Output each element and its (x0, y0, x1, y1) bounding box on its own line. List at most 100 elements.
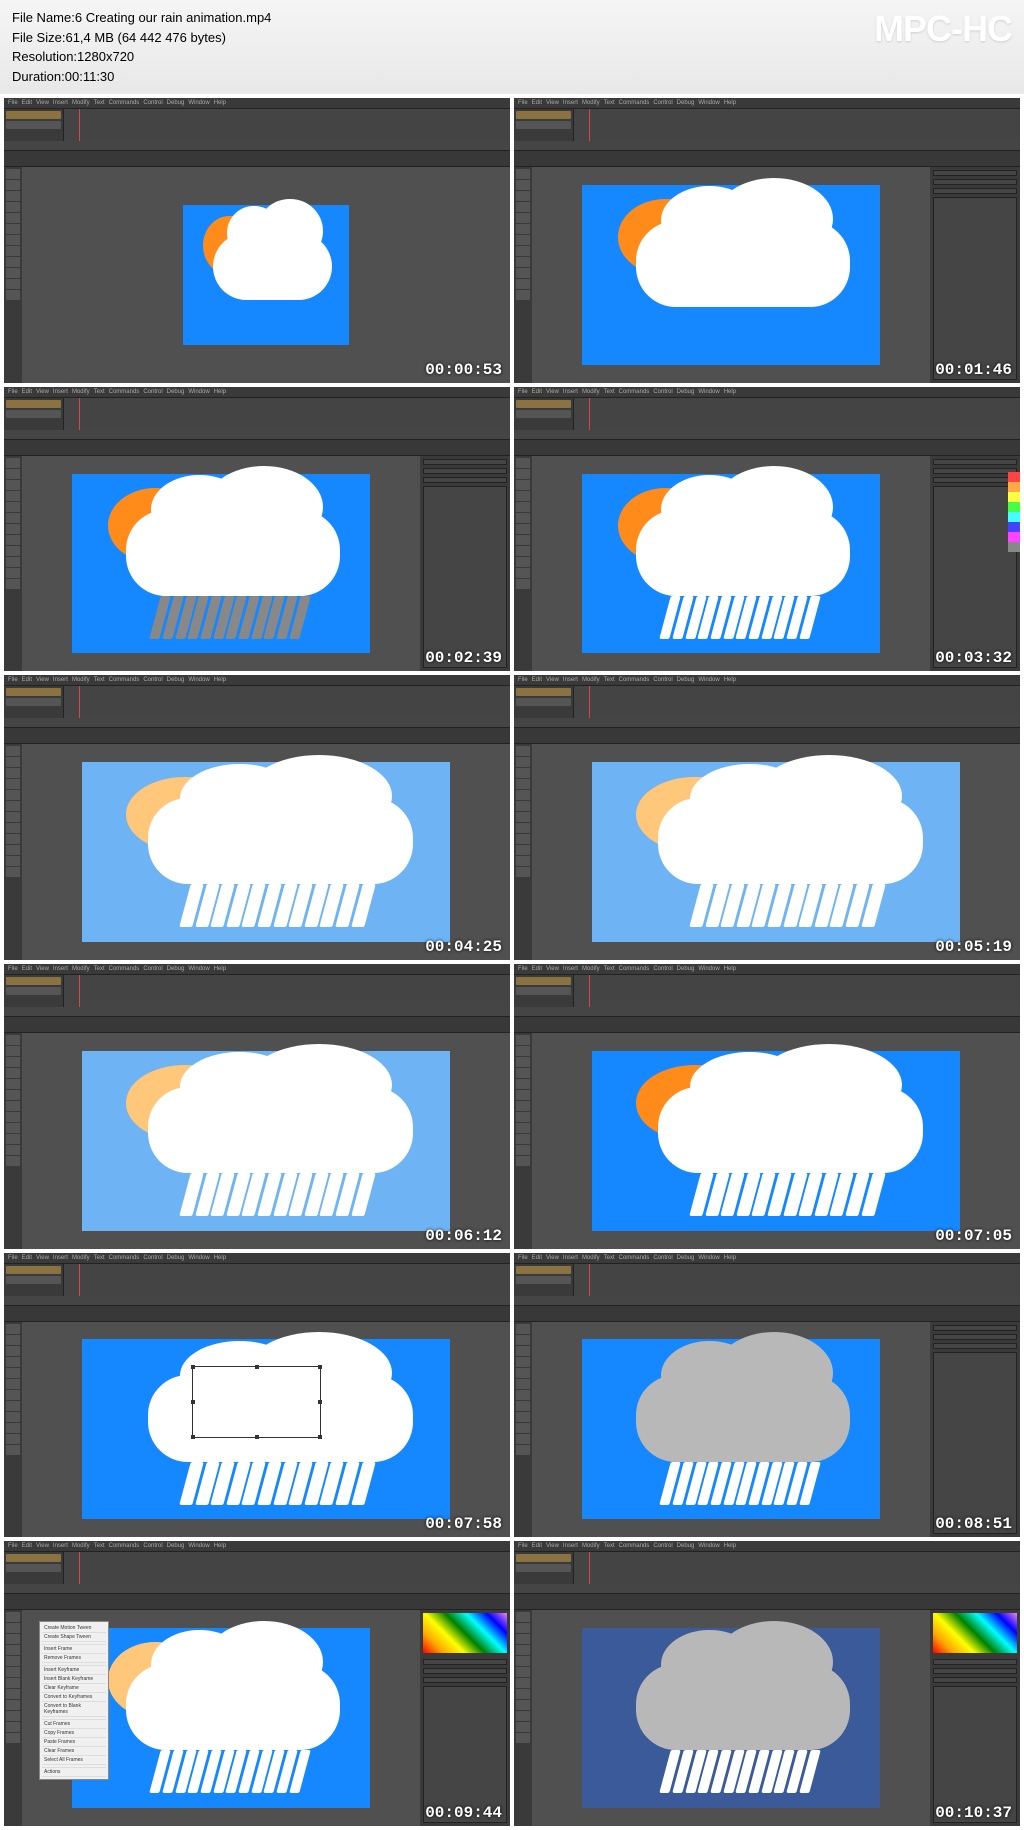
flash-menubar: FileEditViewInsertModifyTextCommandsCont… (4, 1253, 510, 1264)
flash-menubar: FileEditViewInsertModifyTextCommandsCont… (514, 1541, 1020, 1552)
thumbnail-8[interactable]: FileEditViewInsertModifyTextCommandsCont… (4, 1253, 510, 1538)
rain-icon (695, 1173, 879, 1216)
properties-panel (930, 456, 1020, 672)
rain-icon (185, 884, 369, 927)
thumbnail-5[interactable]: FileEditViewInsertModifyTextCommandsCont… (514, 675, 1020, 960)
timestamp: 00:04:25 (425, 938, 502, 956)
thumbnail-grid: FileEditViewInsertModifyTextCommandsCont… (0, 94, 1024, 1830)
thumbnail-3[interactable]: FileEditViewInsertModifyTextCommandsCont… (514, 387, 1020, 672)
timeline-panel (4, 975, 510, 1033)
properties-panel (930, 1610, 1020, 1826)
rain-icon (665, 1462, 814, 1505)
cloud-icon (658, 798, 923, 884)
timeline-panel (514, 1264, 1020, 1322)
stage-area (532, 1033, 1020, 1249)
thumbnail-2[interactable]: FileEditViewInsertModifyTextCommandsCont… (4, 387, 510, 672)
timestamp: 00:05:19 (935, 938, 1012, 956)
timestamp: 00:06:12 (425, 1227, 502, 1245)
tools-panel (514, 456, 532, 672)
stage-canvas (582, 1628, 880, 1808)
tools-panel (4, 456, 22, 672)
file-size-value: 61,4 MB (64 442 476 bytes) (65, 28, 225, 48)
thumbnail-0[interactable]: FileEditViewInsertModifyTextCommandsCont… (4, 98, 510, 383)
flash-menubar: FileEditViewInsertModifyTextCommandsCont… (4, 675, 510, 686)
timeline-panel (514, 1552, 1020, 1610)
flash-menubar: FileEditViewInsertModifyTextCommandsCont… (4, 387, 510, 398)
stage-canvas (82, 1339, 450, 1519)
thumbnail-9[interactable]: FileEditViewInsertModifyTextCommandsCont… (514, 1253, 1020, 1538)
stage-canvas (183, 205, 348, 345)
stage-area (22, 167, 510, 383)
color-picker (933, 1613, 1017, 1653)
selection-bbox (192, 1366, 321, 1438)
tools-panel (4, 1610, 22, 1826)
flash-menubar: FileEditViewInsertModifyTextCommandsCont… (514, 964, 1020, 975)
stage-canvas (592, 1051, 960, 1231)
cloud-icon (213, 233, 332, 300)
timestamp: 00:02:39 (425, 649, 502, 667)
flash-menubar: FileEditViewInsertModifyTextCommandsCont… (4, 98, 510, 109)
flash-menubar: FileEditViewInsertModifyTextCommandsCont… (4, 1541, 510, 1552)
resolution-label: Resolution: (12, 47, 77, 67)
timeline-panel (4, 1552, 510, 1610)
context-menu: Create Motion TweenCreate Shape Tween In… (39, 1621, 109, 1780)
stage-area (532, 1322, 930, 1538)
color-picker (423, 1613, 507, 1653)
file-info-header: File Name: 6 Creating our rain animation… (0, 0, 1024, 94)
stage-area (532, 744, 1020, 960)
thumbnail-7[interactable]: FileEditViewInsertModifyTextCommandsCont… (514, 964, 1020, 1249)
thumbnail-11[interactable]: FileEditViewInsertModifyTextCommandsCont… (514, 1541, 1020, 1826)
cloud-icon (636, 221, 851, 307)
stage-area (22, 1033, 510, 1249)
stage-canvas (82, 762, 450, 942)
stage-area (532, 1610, 930, 1826)
thumbnail-1[interactable]: FileEditViewInsertModifyTextCommandsCont… (514, 98, 1020, 383)
tools-panel (514, 1610, 532, 1826)
color-swatch (1008, 472, 1020, 552)
thumbnail-6[interactable]: FileEditViewInsertModifyTextCommandsCont… (4, 964, 510, 1249)
cloud-icon (126, 510, 341, 596)
rain-icon (155, 596, 304, 639)
duration-label: Duration: (12, 67, 65, 87)
properties-panel (420, 456, 510, 672)
timestamp: 00:10:37 (935, 1804, 1012, 1822)
timeline-panel (514, 686, 1020, 744)
timeline-panel (514, 398, 1020, 456)
properties-panel (420, 1610, 510, 1826)
timeline-panel (4, 686, 510, 744)
tools-panel (514, 167, 532, 383)
cloud-icon (636, 1375, 851, 1461)
rain-icon (155, 1750, 304, 1793)
tools-panel (4, 744, 22, 960)
stage-area (22, 456, 420, 672)
cloud-icon (126, 1664, 341, 1750)
timeline-panel (514, 109, 1020, 167)
thumbnail-4[interactable]: FileEditViewInsertModifyTextCommandsCont… (4, 675, 510, 960)
timeline-panel (514, 975, 1020, 1033)
file-name-value: 6 Creating our rain animation.mp4 (75, 8, 272, 28)
stage-canvas (82, 1051, 450, 1231)
timeline-panel (4, 1264, 510, 1322)
rain-icon (695, 884, 879, 927)
timeline-panel (4, 109, 510, 167)
tools-panel (4, 1033, 22, 1249)
rain-icon (665, 596, 814, 639)
file-name-label: File Name: (12, 8, 75, 28)
file-size-label: File Size: (12, 28, 65, 48)
timestamp: 00:03:32 (935, 649, 1012, 667)
stage-canvas (72, 1628, 370, 1808)
stage-area (532, 167, 930, 383)
timestamp: 00:07:05 (935, 1227, 1012, 1245)
thumbnail-10[interactable]: FileEditViewInsertModifyTextCommandsCont… (4, 1541, 510, 1826)
stage-area (22, 744, 510, 960)
flash-menubar: FileEditViewInsertModifyTextCommandsCont… (514, 387, 1020, 398)
app-logo: MPC-HC (874, 8, 1012, 50)
cloud-icon (148, 1087, 413, 1173)
flash-menubar: FileEditViewInsertModifyTextCommandsCont… (514, 1253, 1020, 1264)
cloud-icon (658, 1087, 923, 1173)
timestamp: 00:09:44 (425, 1804, 502, 1822)
tools-panel (514, 1033, 532, 1249)
tools-panel (514, 1322, 532, 1538)
timestamp: 00:01:46 (935, 361, 1012, 379)
flash-menubar: FileEditViewInsertModifyTextCommandsCont… (514, 98, 1020, 109)
